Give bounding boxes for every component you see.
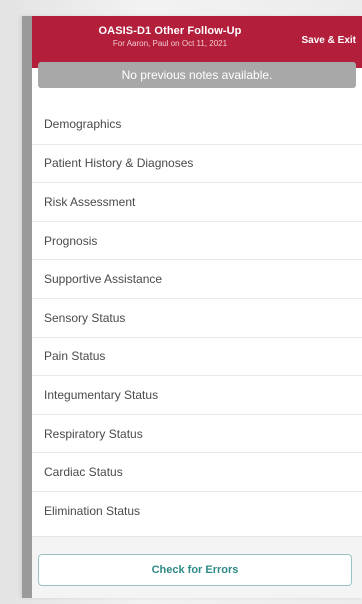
app-window: OASIS-D1 Other Follow-Up For Aaron, Paul… xyxy=(22,16,362,598)
menu-item-patient-history[interactable]: Patient History & Diagnoses xyxy=(32,143,362,183)
menu-item-respiratory-status[interactable]: Respiratory Status xyxy=(32,413,362,453)
check-for-errors-button[interactable]: Check for Errors xyxy=(38,554,352,586)
menu-item-elimination-status[interactable]: Elimination Status xyxy=(32,490,362,530)
menu-item-supportive-assistance[interactable]: Supportive Assistance xyxy=(32,259,362,298)
left-rail xyxy=(22,16,32,598)
section-menu: Demographics Patient History & Diagnoses… xyxy=(32,105,362,530)
menu-item-integumentary-status[interactable]: Integumentary Status xyxy=(32,375,362,414)
menu-item-risk-assessment[interactable]: Risk Assessment xyxy=(32,182,362,221)
save-exit-button[interactable]: Save & Exit xyxy=(302,35,356,46)
menu-item-demographics[interactable]: Demographics xyxy=(32,105,362,144)
notes-banner: No previous notes available. xyxy=(38,62,356,88)
menu-item-prognosis[interactable]: Prognosis xyxy=(32,220,362,260)
menu-item-sensory-status[interactable]: Sensory Status xyxy=(32,297,362,337)
page-title: OASIS-D1 Other Follow-Up xyxy=(98,25,242,37)
header-bar: OASIS-D1 Other Follow-Up For Aaron, Paul… xyxy=(32,16,362,68)
page-subtitle: For Aaron, Paul on Oct 11, 2021 xyxy=(112,39,228,48)
menu-item-cardiac-status[interactable]: Cardiac Status xyxy=(32,452,362,491)
menu-item-pain-status[interactable]: Pain Status xyxy=(32,336,362,376)
footer-bar: Check for Errors xyxy=(32,536,362,598)
